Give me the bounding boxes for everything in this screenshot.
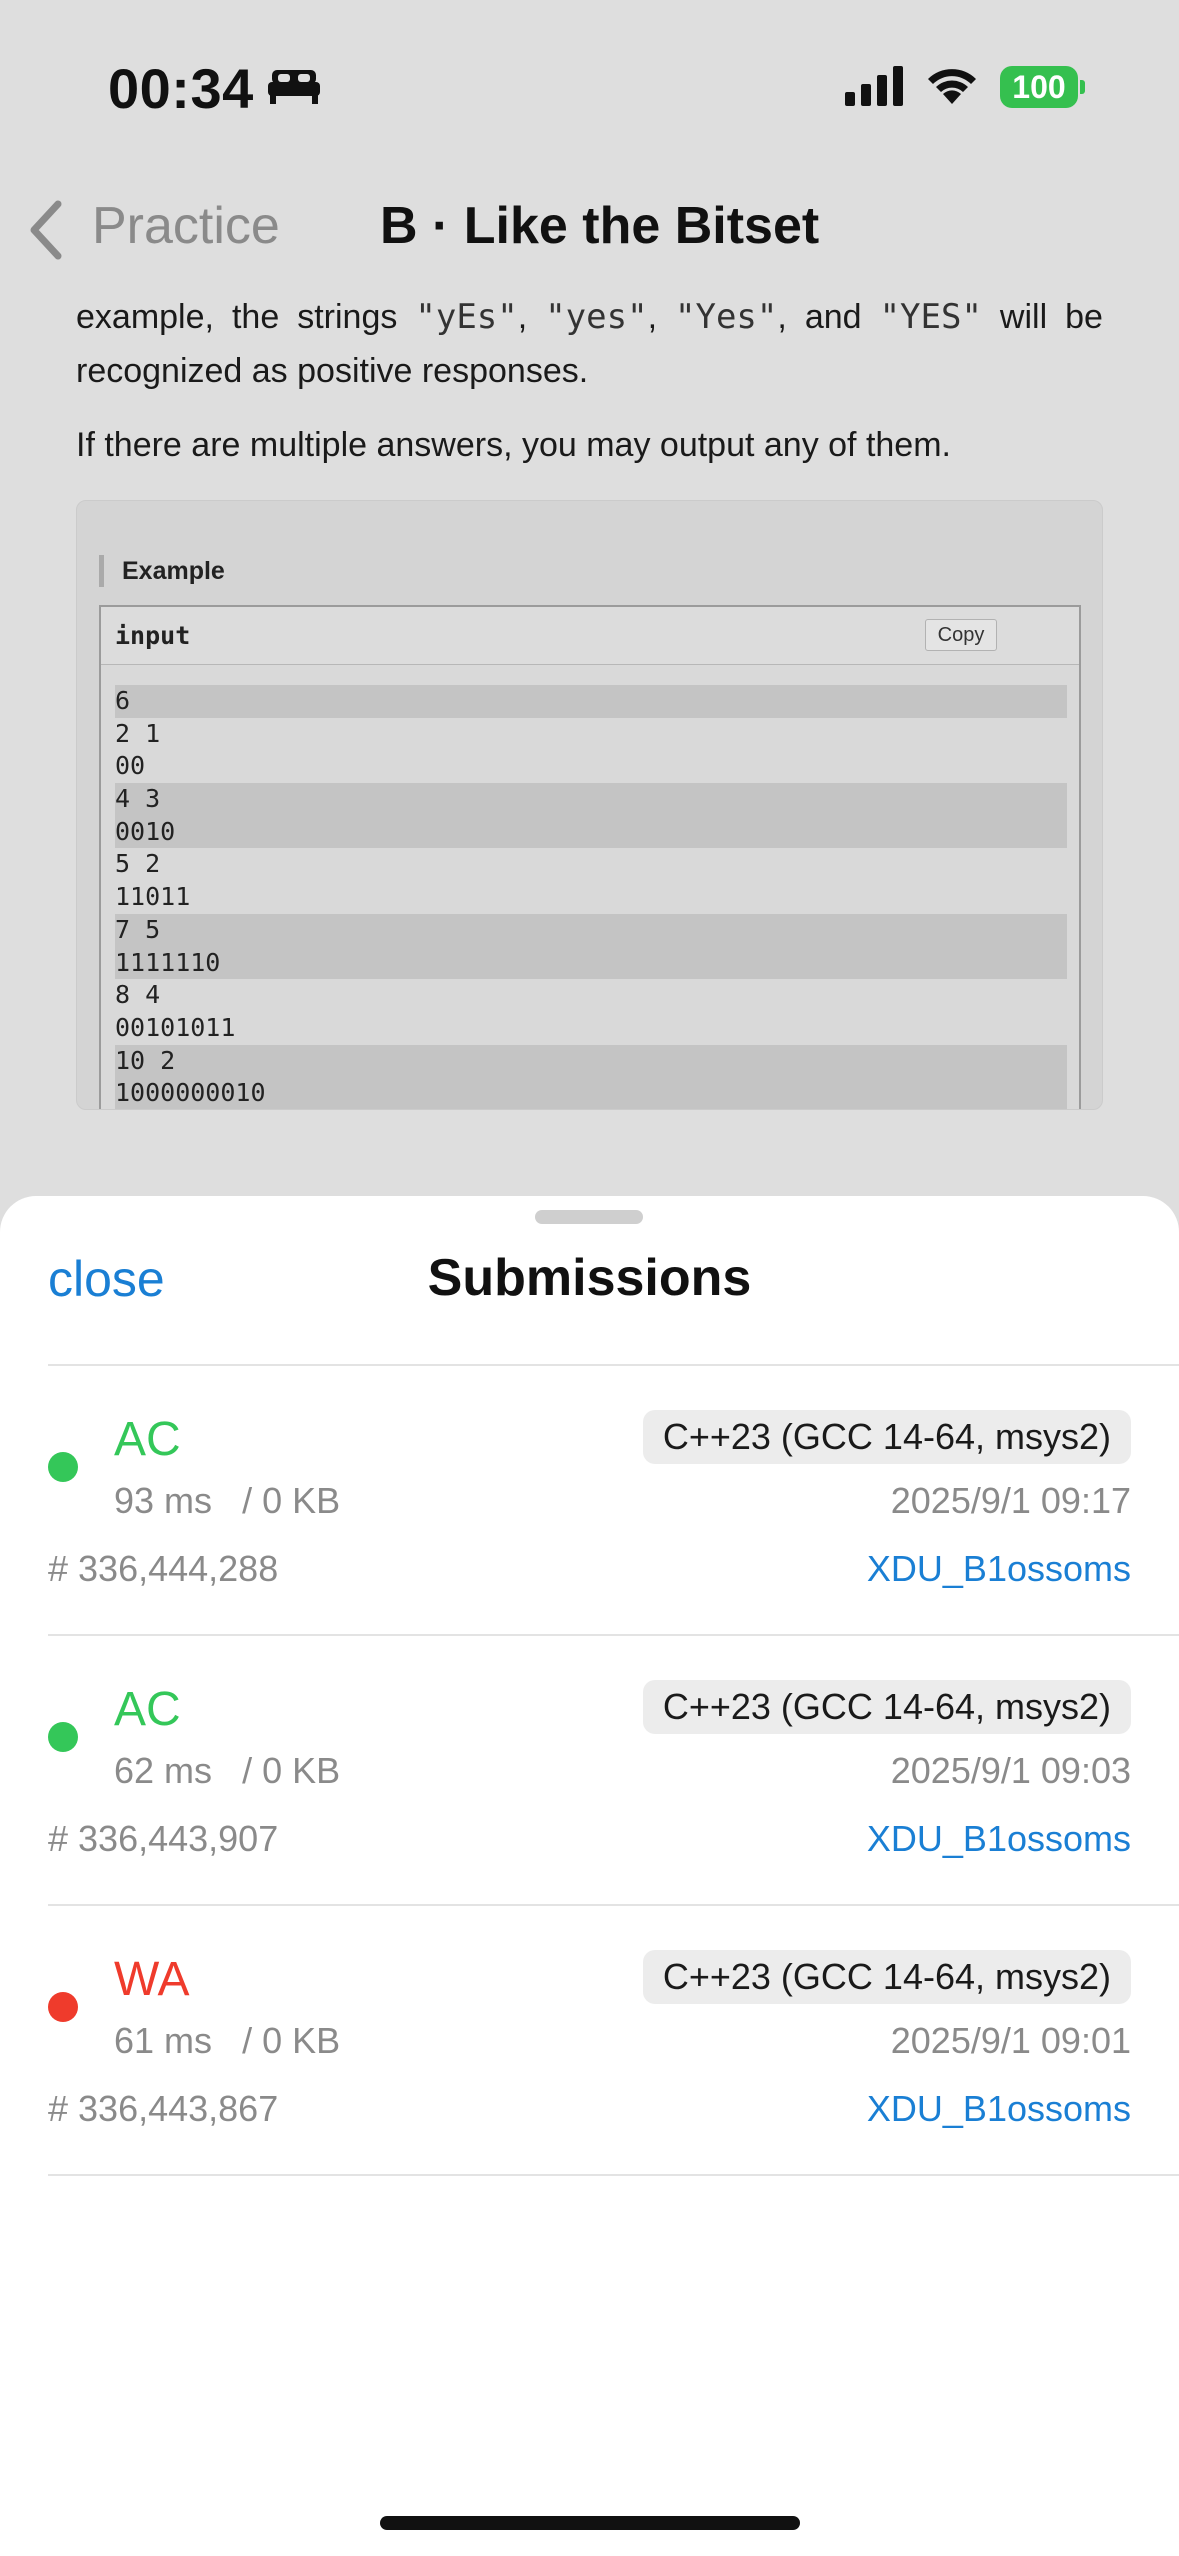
signal-icon xyxy=(845,66,903,106)
input-line: 1000000010 xyxy=(115,1077,1067,1109)
submission-id: # 336,444,288 xyxy=(48,1548,279,1589)
home-indicator[interactable] xyxy=(380,2516,800,2530)
submission-id: # 336,443,867 xyxy=(48,2088,279,2129)
runtime-stats: 61 ms / 0 KB xyxy=(114,2020,340,2062)
input-line: 8 4 xyxy=(115,980,161,1010)
status-dot xyxy=(48,1452,78,1482)
submission-row[interactable]: WA 61 ms / 0 KB # 336,443,867 C++23 (GCC… xyxy=(0,1906,1179,2176)
memory-usage: / 0 KB xyxy=(242,1480,341,1521)
language-badge: C++23 (GCC 14-64, msys2) xyxy=(642,1410,1131,1464)
input-line: 00 xyxy=(115,751,146,781)
input-line: 00101011 xyxy=(115,1012,236,1042)
verdict-label: WA xyxy=(114,1953,190,2006)
input-line: 2 1 xyxy=(115,718,161,748)
input-line: 6 xyxy=(115,685,1067,718)
chevron-left-icon[interactable] xyxy=(26,200,66,260)
submit-time: 2025/9/1 09:17 xyxy=(890,1480,1131,1521)
problem-paragraph: example, the strings "yEs", "yes", "Yes"… xyxy=(76,290,1103,398)
copy-button[interactable]: Copy xyxy=(925,619,997,651)
input-line: 4 3 xyxy=(115,783,1067,816)
divider xyxy=(48,2174,1179,2176)
back-button[interactable]: Practice xyxy=(92,196,280,256)
memory-usage: / 0 KB xyxy=(242,2020,341,2061)
sheet-grabber[interactable] xyxy=(535,1210,643,1224)
submission-row[interactable]: AC 93 ms / 0 KB # 336,444,288 C++23 (GCC… xyxy=(0,1366,1179,1636)
verdict-label: AC xyxy=(114,1683,181,1736)
run-time: 61 ms xyxy=(114,2020,213,2061)
user-link[interactable]: XDU_B1ossoms xyxy=(867,1548,1131,1590)
input-line: 5 2 xyxy=(115,849,161,879)
text-segment: , and xyxy=(777,298,880,336)
example-title: Example xyxy=(99,555,225,587)
code-yEs: "yEs" xyxy=(415,297,518,337)
text-segment: , xyxy=(517,298,546,336)
runtime-stats: 62 ms / 0 KB xyxy=(114,1750,340,1792)
battery-icon: 100 xyxy=(1000,66,1078,108)
language-badge: C++23 (GCC 14-64, msys2) xyxy=(642,1950,1131,2004)
user-link[interactable]: XDU_B1ossoms xyxy=(867,1818,1131,1860)
status-time: 00:34 xyxy=(108,57,254,120)
code-YES: "YES" xyxy=(879,297,982,337)
submit-time: 2025/9/1 09:01 xyxy=(890,2020,1131,2061)
user-link[interactable]: XDU_B1ossoms xyxy=(867,2088,1131,2130)
runtime-stats: 93 ms / 0 KB xyxy=(114,1480,340,1522)
problem-paragraph: If there are multiple answers, you may o… xyxy=(76,426,951,464)
input-lines: 62 1 00 4 3 0010 5 2 11011 7 5 1111110 8 4 001010… xyxy=(115,685,1067,1109)
verdict-label: AC xyxy=(114,1413,181,1466)
code-Yes: "Yes" xyxy=(675,297,778,337)
input-line: 10 2 xyxy=(115,1044,1067,1078)
language-badge: C++23 (GCC 14-64, msys2) xyxy=(642,1680,1131,1734)
input-header: input Copy xyxy=(101,607,1079,665)
status-dot xyxy=(48,1722,78,1752)
input-line: 0010 xyxy=(115,815,1067,849)
submissions-sheet: close Submissions AC 93 ms / 0 KB # 336,… xyxy=(0,1196,1179,2556)
memory-usage: / 0 KB xyxy=(242,1750,341,1791)
submission-row[interactable]: AC 62 ms / 0 KB # 336,443,907 C++23 (GCC… xyxy=(0,1636,1179,1906)
submission-id: # 336,443,907 xyxy=(48,1818,279,1859)
example-card: Example input Copy 62 1 00 4 3 0010 5 2 11011… xyxy=(76,500,1103,1110)
text-segment: example, the strings xyxy=(76,298,416,336)
bed-icon xyxy=(268,70,320,104)
input-label: input xyxy=(115,621,191,650)
input-line: 7 5 xyxy=(115,913,1067,947)
input-line: 11011 xyxy=(115,882,191,912)
submit-time: 2025/9/1 09:03 xyxy=(890,1750,1131,1791)
example-input-box: input Copy 62 1 00 4 3 0010 5 2 11011 7 5 11111… xyxy=(99,605,1081,1109)
status-bar: 00:34 100 xyxy=(0,0,1179,150)
run-time: 93 ms xyxy=(114,1480,213,1521)
run-time: 62 ms xyxy=(114,1750,213,1791)
text-segment: , xyxy=(647,298,676,336)
battery-tip xyxy=(1080,80,1085,94)
code-yes: "yes" xyxy=(545,297,648,337)
page-title: B · Like the Bitset xyxy=(380,197,820,255)
status-dot xyxy=(48,1992,78,2022)
sheet-title: Submissions xyxy=(427,1249,752,1307)
input-line: 1111110 xyxy=(115,946,1067,980)
wifi-icon xyxy=(928,69,976,104)
